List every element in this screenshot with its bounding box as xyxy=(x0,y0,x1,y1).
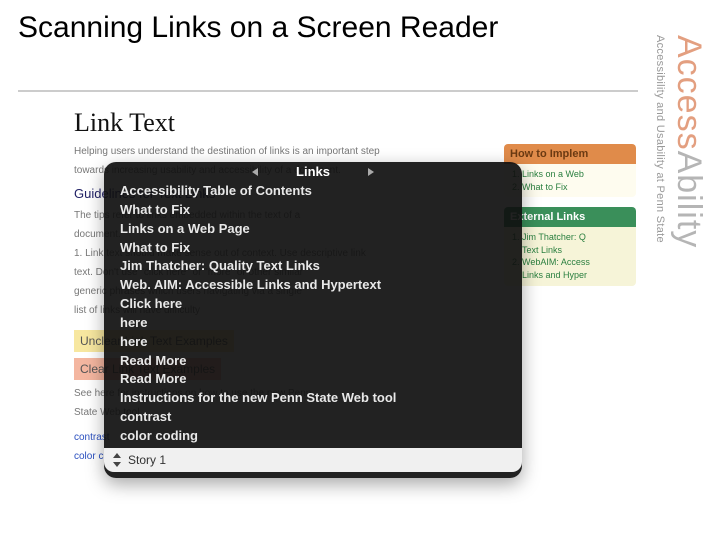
rotor-item[interactable]: Instructions for the new Penn State Web … xyxy=(120,389,510,408)
panel-heading: External Links xyxy=(504,207,636,227)
title-underline xyxy=(18,90,638,92)
background-page: Helping users understand the destination… xyxy=(74,144,636,494)
rotor-list[interactable]: Accessibility Table of Contents What to … xyxy=(104,182,522,448)
bg-text: Helping users understand the destination… xyxy=(74,144,486,159)
panel-how-to-implement: How to Implem Links on a Web What to Fix xyxy=(504,144,636,197)
brand-logo: AccessAbility xyxy=(669,35,708,248)
rotor-item[interactable]: here xyxy=(120,333,510,352)
rotor-footer-label: Story 1 xyxy=(128,453,166,467)
rotor-item[interactable]: What to Fix xyxy=(120,239,510,258)
panel-item: Links on a Web xyxy=(522,168,630,181)
rotor-item[interactable]: Web. AIM: Accessible Links and Hypertext xyxy=(120,276,510,295)
rotor-item[interactable]: What to Fix xyxy=(120,201,510,220)
background-right-column: How to Implem Links on a Web What to Fix… xyxy=(504,144,636,296)
rotor-item[interactable]: Read More xyxy=(120,352,510,371)
slide: Scanning Links on a Screen Reader Access… xyxy=(0,0,720,540)
rotor-title: Links xyxy=(296,164,330,179)
panel-item: Jim Thatcher: QText Links xyxy=(522,231,630,256)
rotor-item[interactable]: here xyxy=(120,314,510,333)
brand-word-access: Access xyxy=(670,35,708,151)
rotor-item[interactable]: color coding xyxy=(120,427,510,446)
brand-word-ability: Ability xyxy=(670,151,708,249)
brand-subtitle: Accessibility and Usability at Penn Stat… xyxy=(654,35,666,243)
rotor-item[interactable]: Jim Thatcher: Quality Text Links xyxy=(120,257,510,276)
rotor-item[interactable]: contrast xyxy=(120,408,510,427)
rotor-item[interactable]: Links on a Web Page xyxy=(120,220,510,239)
rotor-footer[interactable]: Story 1 xyxy=(104,448,522,472)
page-heading: Link Text xyxy=(74,108,636,138)
slide-title: Scanning Links on a Screen Reader xyxy=(18,10,578,46)
panel-item: What to Fix xyxy=(522,181,630,194)
rotor-header: Links xyxy=(104,162,522,182)
screen-reader-rotor[interactable]: Links Accessibility Table of Contents Wh… xyxy=(104,162,522,478)
panel-heading: How to Implem xyxy=(504,144,636,164)
screenshot-region: Link Text Helping users understand the d… xyxy=(74,108,636,494)
brand-sidebar: AccessAbility Accessibility and Usabilit… xyxy=(654,35,708,505)
panel-item: WebAIM: AccessLinks and Hyper xyxy=(522,256,630,281)
rotor-item[interactable]: Click here xyxy=(120,295,510,314)
rotor-item[interactable]: Read More xyxy=(120,370,510,389)
rotor-item[interactable]: Accessibility Table of Contents xyxy=(120,182,510,201)
panel-external-links: External Links Jim Thatcher: QText Links… xyxy=(504,207,636,285)
sort-icon[interactable] xyxy=(110,453,122,467)
